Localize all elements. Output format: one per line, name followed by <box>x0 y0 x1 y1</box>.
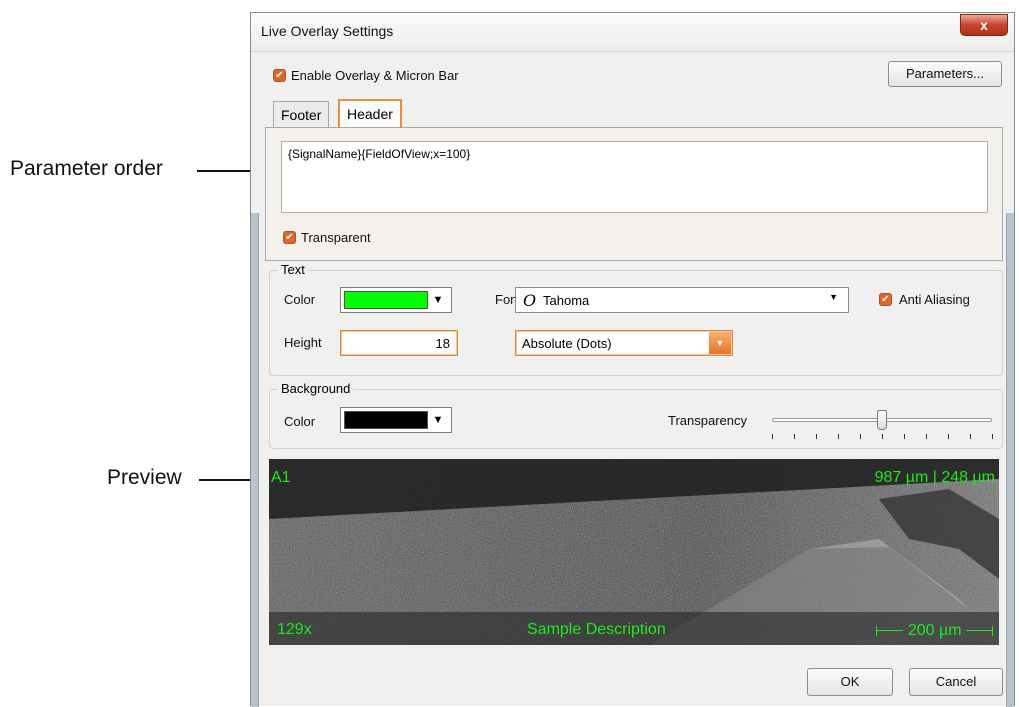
chevron-down-icon: ▼ <box>709 332 731 354</box>
cancel-button[interactable]: Cancel <box>909 668 1003 696</box>
tab-header[interactable]: Header <box>338 99 402 127</box>
slider-tick <box>970 434 971 439</box>
chevron-down-icon: ▼ <box>432 414 444 426</box>
slider-tick <box>926 434 927 439</box>
preview-footer-magnification: 129x <box>277 621 312 638</box>
text-group: Text Color ▼ Font O Tahoma ▼ ✔ Anti Alia… <box>269 262 1003 376</box>
micron-bar-right-cap <box>992 625 993 636</box>
preview-header-right: 987 µm | 248 µm <box>874 469 995 486</box>
preview-image: A1 987 µm | 248 µm 129x Sample Descripti… <box>269 459 999 645</box>
background-group: Background Color ▼ Transparency <box>269 381 1003 449</box>
background-color-swatch <box>344 411 428 429</box>
micron-bar-label: 200 µm <box>907 622 962 639</box>
slider-tick <box>772 434 773 439</box>
preview-micron-bar: 200 µm <box>876 622 993 642</box>
enable-overlay-label: Enable Overlay & Micron Bar <box>291 68 459 83</box>
enable-overlay-checkbox[interactable]: ✔ <box>273 69 286 82</box>
ok-button[interactable]: OK <box>807 668 893 696</box>
left-frame-edge <box>251 213 259 707</box>
transparent-checkbox[interactable]: ✔ <box>283 231 296 244</box>
chevron-down-icon: ▼ <box>829 292 838 302</box>
font-select[interactable]: O Tahoma ▼ <box>515 287 849 313</box>
height-units-select[interactable]: Absolute (Dots) ▼ <box>515 330 733 356</box>
background-color-label: Color <box>284 414 316 429</box>
chevron-down-icon: ▼ <box>432 294 444 306</box>
transparency-label: Transparency <box>668 413 747 428</box>
background-group-title: Background <box>278 381 354 396</box>
slider-tick <box>860 434 861 439</box>
parameters-button[interactable]: Parameters... <box>888 61 1002 87</box>
slider-tick <box>882 434 883 439</box>
slider-ticks <box>768 434 998 440</box>
header-tab-panel: {SignalName}{FieldOfView;x=100} ✔ Transp… <box>265 127 1003 261</box>
header-template-input[interactable]: {SignalName}{FieldOfView;x=100} <box>281 141 988 213</box>
text-color-picker[interactable]: ▼ <box>340 287 452 313</box>
font-value: Tahoma <box>543 293 590 308</box>
preview-header-left: A1 <box>271 469 291 486</box>
transparency-slider[interactable] <box>768 406 998 446</box>
slider-tick <box>904 434 905 439</box>
callout-preview: Preview <box>107 466 182 489</box>
title-bar[interactable]: Live Overlay Settings x <box>251 13 1014 52</box>
slider-tick <box>794 434 795 439</box>
preview-footer-description: Sample Description <box>527 621 666 638</box>
micron-bar-left-line <box>877 630 904 632</box>
tabs-area: Footer Header {SignalName}{FieldOfView;x… <box>265 99 1003 261</box>
opentype-font-icon: O <box>523 291 537 310</box>
height-input[interactable]: 18 <box>340 330 458 356</box>
slider-thumb[interactable] <box>877 410 887 430</box>
height-units-value: Absolute (Dots) <box>522 336 612 351</box>
close-button[interactable]: x <box>960 14 1008 36</box>
height-label: Height <box>284 335 322 350</box>
micron-bar-right-line <box>966 630 992 632</box>
dialog-window: Live Overlay Settings x ✔ Enable Overlay… <box>250 12 1015 707</box>
slider-tick <box>838 434 839 439</box>
right-frame-edge <box>1006 213 1014 707</box>
window-title: Live Overlay Settings <box>261 23 394 39</box>
callout-parameter-order: Parameter order <box>10 157 163 180</box>
anti-aliasing-label: Anti Aliasing <box>899 292 970 307</box>
anti-aliasing-checkbox[interactable]: ✔ <box>879 293 892 306</box>
close-icon: x <box>980 17 988 33</box>
slider-tick <box>992 434 993 439</box>
slider-tick <box>948 434 949 439</box>
background-color-picker[interactable]: ▼ <box>340 407 452 433</box>
slider-tick <box>816 434 817 439</box>
tab-footer[interactable]: Footer <box>273 101 330 127</box>
text-color-swatch <box>344 291 428 309</box>
text-group-title: Text <box>278 262 308 277</box>
text-color-label: Color <box>284 292 316 307</box>
transparent-label: Transparent <box>301 230 371 245</box>
